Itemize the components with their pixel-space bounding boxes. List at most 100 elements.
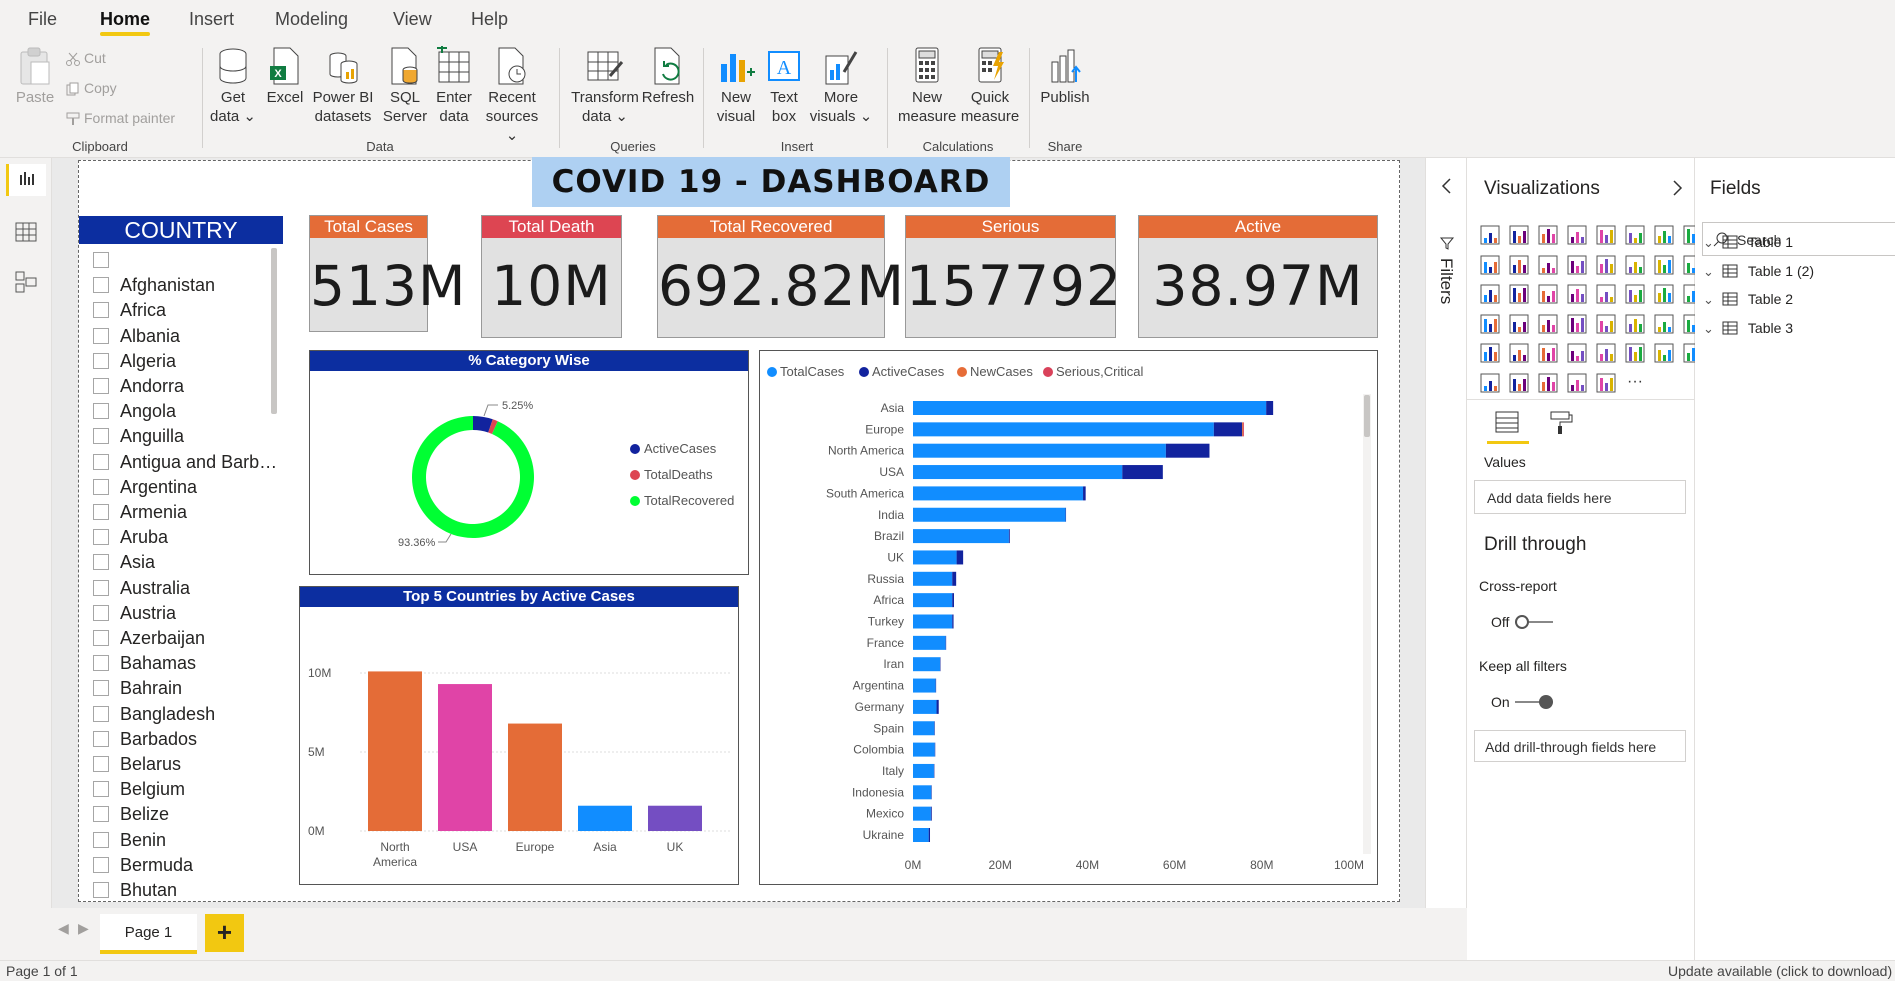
checkbox[interactable]	[93, 252, 109, 268]
enter-data-button[interactable]: Enter data	[432, 46, 476, 126]
chart-scroll-track[interactable]	[1363, 394, 1371, 854]
column-bar[interactable]	[368, 671, 422, 831]
slicer-item[interactable]: Benin	[93, 830, 166, 855]
power-bi-datasets-button[interactable]: Power BI datasets	[311, 46, 375, 126]
checkbox[interactable]	[93, 856, 109, 873]
visual-type-icon[interactable]	[1508, 313, 1530, 335]
slicer-item[interactable]: Argentina	[93, 477, 197, 502]
kpi-card[interactable]: Total Recovered 692.82M	[657, 215, 904, 338]
checkbox[interactable]	[93, 529, 109, 546]
excel-button[interactable]: X Excel	[265, 46, 305, 107]
visual-type-icon[interactable]	[1508, 224, 1530, 246]
transform-data-button[interactable]: Transform data ⌄	[571, 46, 639, 126]
stacked-bar-segment[interactable]	[952, 593, 954, 608]
visual-type-icon[interactable]	[1595, 283, 1617, 305]
get-data-button[interactable]: Get data ⌄	[210, 46, 256, 126]
copy-button[interactable]: Copy	[66, 80, 117, 96]
format-paint-roller-icon[interactable]	[1547, 408, 1575, 436]
visual-type-icon[interactable]	[1537, 224, 1559, 246]
slicer-item[interactable]: Belgium	[93, 779, 185, 804]
visual-type-icon[interactable]	[1624, 283, 1646, 305]
stacked-bar-segment[interactable]	[1122, 465, 1163, 480]
checkbox[interactable]	[93, 403, 109, 420]
chevron-down-icon[interactable]: ⌄	[1703, 292, 1714, 307]
stacked-bar-segment[interactable]	[956, 550, 964, 565]
stacked-bar-segment[interactable]	[913, 721, 935, 736]
stacked-bar-segment[interactable]	[913, 550, 957, 565]
stacked-bar-segment[interactable]	[913, 443, 1166, 458]
sql-server-button[interactable]: SQL Server	[380, 46, 430, 126]
stacked-bar-segment[interactable]	[928, 828, 931, 842]
kpi-card[interactable]: Total Cases 513M	[309, 215, 465, 332]
visual-type-icon[interactable]	[1566, 313, 1588, 335]
visual-type-icon[interactable]	[1479, 224, 1501, 246]
stacked-bar-segment[interactable]	[913, 657, 941, 672]
column-bar[interactable]	[648, 805, 702, 831]
stacked-bar-segment[interactable]	[913, 529, 1009, 544]
column-bar[interactable]	[438, 684, 492, 831]
field-table-item[interactable]: ⌄ Table 1 (2)	[1703, 263, 1814, 280]
prev-page-arrow-icon[interactable]: ◀	[58, 920, 69, 937]
chevron-down-icon[interactable]: ⌄	[1703, 235, 1714, 250]
checkbox[interactable]	[93, 882, 109, 898]
slicer-item[interactable]: Bahrain	[93, 678, 182, 703]
column-bar[interactable]	[578, 805, 632, 831]
text-box-button[interactable]: A Text box	[763, 46, 805, 126]
slicer-item[interactable]: Azerbaijan	[93, 628, 205, 653]
visual-type-icon[interactable]	[1566, 372, 1588, 394]
expand-chevron-icon[interactable]	[1667, 178, 1687, 198]
visual-type-icon[interactable]	[1595, 254, 1617, 276]
stacked-bar-segment[interactable]	[913, 678, 936, 693]
checkbox[interactable]	[93, 831, 109, 848]
chart-scroll-thumb[interactable]	[1364, 395, 1370, 437]
checkbox[interactable]	[93, 680, 109, 697]
new-measure-button[interactable]: New measure	[898, 46, 956, 126]
slicer-item[interactable]: Asia	[93, 552, 155, 577]
visual-type-icon[interactable]	[1595, 313, 1617, 335]
menu-insert[interactable]: Insert	[189, 9, 234, 30]
stacked-bar-segment[interactable]	[936, 699, 939, 714]
visual-type-icon[interactable]	[1566, 254, 1588, 276]
visual-type-icon[interactable]	[1595, 372, 1617, 394]
keep-filters-toggle[interactable]	[1515, 695, 1553, 709]
checkbox[interactable]	[93, 604, 109, 621]
stacked-bar-segment[interactable]	[913, 422, 1214, 437]
slicer-item[interactable]: Algeria	[93, 351, 176, 376]
stacked-bar-segment[interactable]	[930, 806, 932, 821]
slicer-item[interactable]: Australia	[93, 578, 190, 603]
checkbox[interactable]	[93, 730, 109, 747]
page-tab-page-1[interactable]: Page 1	[100, 914, 197, 954]
checkbox[interactable]	[93, 504, 109, 520]
format-painter-button[interactable]: Format painter	[66, 110, 175, 126]
visual-type-icon[interactable]	[1479, 342, 1501, 364]
collapse-chevron-icon[interactable]	[1437, 176, 1457, 196]
stacked-bar-segment[interactable]	[913, 507, 1066, 522]
checkbox[interactable]	[93, 705, 109, 722]
stacked-bar-segment[interactable]	[913, 614, 953, 629]
menu-file[interactable]: File	[28, 9, 57, 30]
quick-measure-button[interactable]: Quick measure	[959, 46, 1021, 126]
checkbox[interactable]	[93, 378, 109, 394]
stacked-bar-segment[interactable]	[913, 828, 929, 842]
visual-type-icon[interactable]	[1624, 254, 1646, 276]
dashboard-title-box[interactable]: COVID 19 - DASHBOARD	[532, 157, 1010, 207]
visual-type-icon[interactable]: ···	[1624, 372, 1646, 394]
visual-type-icon[interactable]	[1624, 224, 1646, 246]
slicer-item[interactable]: Armenia	[93, 502, 187, 527]
chevron-down-icon[interactable]: ⌄	[1703, 321, 1714, 336]
column-bar[interactable]	[508, 723, 562, 831]
visual-type-icon[interactable]	[1508, 342, 1530, 364]
slicer-item[interactable]: Barbados	[93, 729, 197, 754]
stacked-bar-segment[interactable]	[913, 635, 946, 650]
stacked-bar-segment[interactable]	[952, 614, 954, 629]
visual-type-icon[interactable]	[1537, 283, 1559, 305]
visual-type-icon[interactable]	[1595, 224, 1617, 246]
checkbox[interactable]	[93, 554, 109, 571]
visual-type-icon[interactable]	[1624, 342, 1646, 364]
more-visuals-button[interactable]: More visuals ⌄	[809, 46, 873, 126]
drill-through-drop-zone[interactable]: Add drill-through fields here	[1474, 730, 1686, 762]
category-donut-chart[interactable]: % Category Wise 5.25% 93.36% ActiveCases To…	[309, 350, 749, 575]
kpi-card[interactable]: Active 38.97M	[1138, 215, 1378, 338]
stacked-bar-segment[interactable]	[952, 571, 957, 586]
visual-type-icon[interactable]	[1653, 342, 1675, 364]
